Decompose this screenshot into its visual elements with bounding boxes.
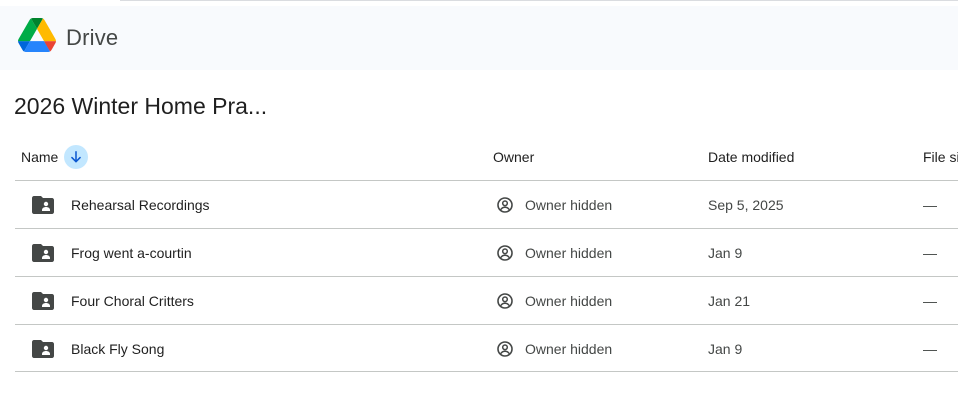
- owner-text: Owner hidden: [525, 244, 613, 261]
- table-row[interactable]: Frog went a-courtin Owner hidden Jan 9 —: [15, 228, 958, 276]
- column-header-file-size[interactable]: File si: [923, 146, 958, 168]
- file-name[interactable]: Black Fly Song: [71, 325, 164, 372]
- table-row[interactable]: Black Fly Song Owner hidden Jan 9 —: [15, 324, 958, 372]
- date-modified: Jan 9: [708, 244, 743, 261]
- owner-text: Owner hidden: [525, 196, 613, 213]
- file-size: —: [923, 244, 937, 261]
- table-row[interactable]: Four Choral Critters Owner hidden Jan 21…: [15, 276, 958, 324]
- account-circle-icon: [497, 245, 513, 261]
- date-modified: Jan 21: [708, 292, 751, 309]
- file-list: Rehearsal Recordings Owner hidden Sep 5,…: [15, 180, 958, 372]
- account-circle-icon: [497, 341, 513, 357]
- file-name[interactable]: Frog went a-courtin: [71, 229, 192, 276]
- file-name[interactable]: Four Choral Critters: [71, 277, 194, 324]
- sort-direction-button[interactable]: [64, 145, 89, 169]
- app-header: Drive: [0, 6, 958, 70]
- drive-logo-icon[interactable]: [18, 18, 56, 52]
- shared-folder-icon: [32, 196, 54, 214]
- shared-folder-icon: [32, 340, 54, 358]
- file-size: —: [923, 292, 937, 309]
- shared-folder-icon: [32, 292, 54, 310]
- shared-folder-icon: [32, 244, 54, 262]
- tab-edge-line: [120, 0, 958, 1]
- arrow-down-icon: [71, 150, 82, 163]
- column-header-name-label: Name: [21, 149, 59, 165]
- date-modified: Jan 9: [708, 340, 743, 357]
- file-size: —: [923, 196, 937, 213]
- column-header-date-modified[interactable]: Date modified: [708, 146, 794, 168]
- app-name[interactable]: Drive: [66, 25, 118, 51]
- owner-text: Owner hidden: [525, 340, 613, 357]
- folder-title[interactable]: 2026 Winter Home Pra...: [14, 93, 267, 120]
- account-circle-icon: [497, 293, 513, 309]
- owner-text: Owner hidden: [525, 292, 613, 309]
- account-circle-icon: [497, 197, 513, 213]
- table-row[interactable]: Rehearsal Recordings Owner hidden Sep 5,…: [15, 180, 958, 228]
- column-header-owner[interactable]: Owner: [493, 146, 534, 168]
- column-header-name[interactable]: Name: [21, 145, 89, 169]
- file-size: —: [923, 340, 937, 357]
- date-modified: Sep 5, 2025: [708, 196, 784, 213]
- file-name[interactable]: Rehearsal Recordings: [71, 181, 210, 228]
